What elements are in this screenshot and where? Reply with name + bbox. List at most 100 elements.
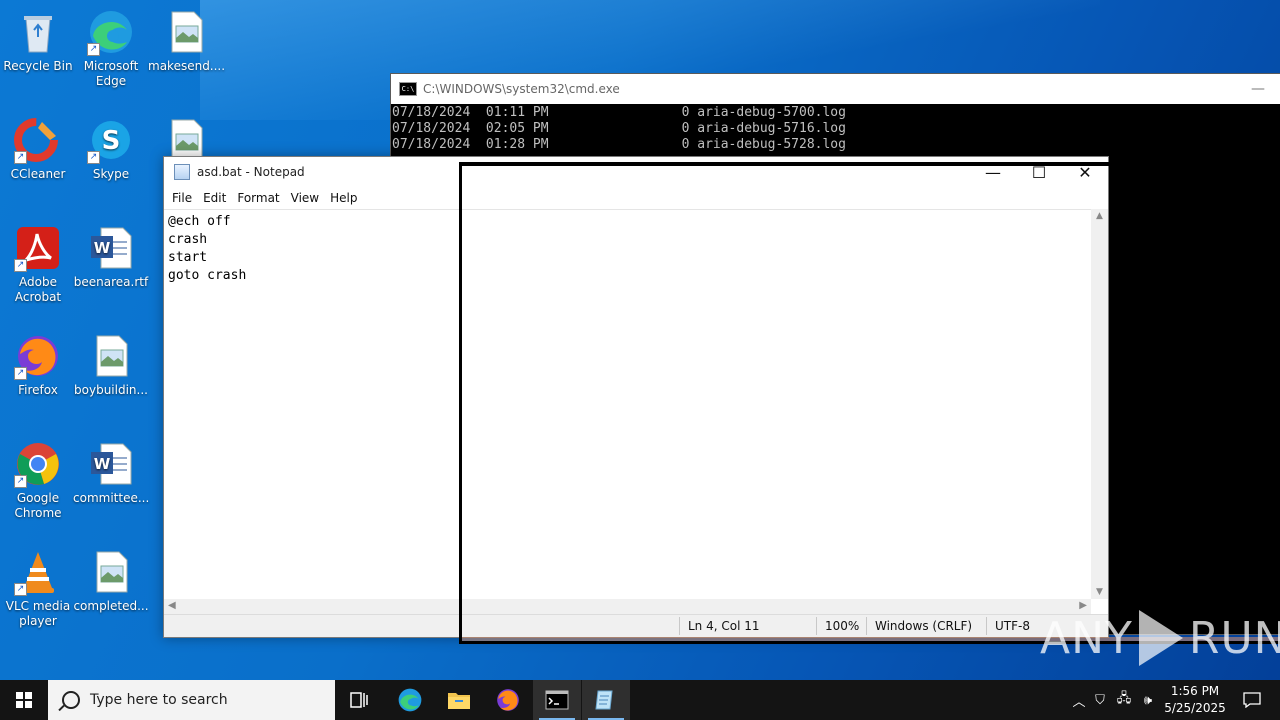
clock-date: 5/25/2025 [1164, 701, 1226, 715]
shortcut-arrow-icon: ↗ [14, 151, 27, 164]
cmd-line: 07/18/2024 01:28 PM 0 aria-debug-5728.lo… [392, 137, 846, 152]
notification-icon [1243, 692, 1261, 708]
desktop-icon-makesend[interactable]: makesend.... [148, 8, 226, 74]
cmd-title-bar[interactable]: C:\ C:\WINDOWS\system32\cmd.exe — [391, 74, 1280, 104]
shortcut-arrow-icon: ↗ [14, 583, 27, 596]
maximize-button[interactable]: ☐ [1016, 157, 1062, 187]
notification-center-button[interactable] [1232, 680, 1272, 720]
watermark-left-text: ANY [1040, 612, 1133, 664]
desktop-icon-microsoft-edge[interactable]: ↗ Microsoft Edge [73, 8, 149, 89]
desktop-icon-completed[interactable]: completed... [73, 548, 149, 614]
watermark-right-text: RUN [1188, 612, 1280, 664]
cmd-output[interactable]: 07/18/2024 01:11 PM 0 aria-debug-5700.lo… [391, 104, 1280, 153]
desktop-icon-label: boybuildin... [74, 383, 148, 397]
desktop-icon-recycle-bin[interactable]: Recycle Bin [0, 8, 76, 74]
cmd-icon [545, 690, 569, 710]
status-divider [986, 617, 987, 635]
desktop-icon-label: makesend.... [148, 59, 226, 73]
status-bar: Ln 4, Col 11 100% Windows (CRLF) UTF-8 [164, 614, 1108, 637]
ccleaner-icon: ↗ [14, 116, 62, 164]
edge-icon [398, 688, 422, 712]
desktop-icon-boybuildin[interactable]: boybuildin... [73, 332, 149, 398]
cmd-title: C:\WINDOWS\system32\cmd.exe [423, 82, 620, 96]
menu-format[interactable]: Format [233, 191, 286, 205]
desktop-icon-beenarea[interactable]: W beenarea.rtf [73, 224, 149, 290]
firefox-icon [497, 689, 519, 711]
desktop-icon-google-chrome[interactable]: ↗ Google Chrome [0, 440, 76, 521]
notepad-title-bar[interactable]: asd.bat - Notepad [164, 157, 1108, 187]
desktop-icon-adobe-acrobat[interactable]: ↗ Adobe Acrobat [0, 224, 76, 305]
menu-edit[interactable]: Edit [199, 191, 233, 205]
menu-help[interactable]: Help [326, 191, 364, 205]
security-icon[interactable]: ⛉ [1088, 693, 1112, 708]
desktop-icon-firefox[interactable]: ↗ Firefox [0, 332, 76, 398]
play-icon [1138, 610, 1183, 666]
menu-file[interactable]: File [168, 191, 199, 205]
desktop-icon-label: Adobe Acrobat [14, 275, 62, 304]
acrobat-icon: ↗ [14, 224, 62, 272]
taskbar: Type here to search ︿ ⛉ 🖧 🕪 1:56 PM 5/25… [0, 680, 1280, 720]
desktop-icon-label: Firefox [18, 383, 58, 397]
desktop-icon-label: completed... [73, 599, 149, 613]
desktop-icon-label: Skype [92, 167, 130, 181]
menu-view[interactable]: View [287, 191, 326, 205]
status-divider [816, 617, 817, 635]
status-encoding: UTF-8 [995, 619, 1030, 633]
cmd-window-visible-area [1107, 163, 1280, 583]
desktop-icon-ccleaner[interactable]: ↗ CCleaner [0, 116, 76, 182]
taskbar-file-explorer[interactable] [435, 680, 483, 720]
shortcut-arrow-icon: ↗ [87, 43, 100, 56]
notepad-icon [595, 690, 613, 710]
menu-bar: File Edit Format View Help [164, 187, 1108, 209]
clock-time: 1:56 PM [1170, 684, 1220, 698]
chrome-icon: ↗ [14, 440, 62, 488]
desktop-icon-skype[interactable]: S ↗ Skype [73, 116, 149, 182]
close-button[interactable]: ✕ [1062, 157, 1108, 187]
vlc-icon: ↗ [14, 548, 62, 596]
volume-icon[interactable]: 🕪 [1136, 693, 1160, 708]
horizontal-scrollbar[interactable]: ◀ ▶ [164, 599, 1091, 615]
desktop-icon-label: Google Chrome [14, 491, 62, 520]
skype-icon: S ↗ [87, 116, 135, 164]
text-editor[interactable]: @ech off crash start goto crash [164, 209, 1091, 599]
start-button[interactable] [0, 680, 48, 720]
clock[interactable]: 1:56 PM 5/25/2025 [1160, 683, 1230, 717]
scroll-down-icon[interactable]: ▼ [1091, 587, 1108, 597]
desktop-icon-label: CCleaner [10, 167, 66, 181]
svg-text:W: W [94, 239, 111, 257]
notepad-window[interactable]: asd.bat - Notepad — ☐ ✕ File Edit Format… [163, 156, 1109, 638]
status-divider [679, 617, 680, 635]
anyrun-watermark: ANY RUN [1040, 610, 1280, 666]
status-line-ending: Windows (CRLF) [875, 619, 973, 633]
desktop-icon-vlc[interactable]: ↗ VLC media player [0, 548, 76, 629]
system-tray: ︿ ⛉ 🖧 🕪 [1070, 680, 1160, 720]
desktop-icon-label: beenarea.rtf [73, 275, 149, 289]
taskbar-firefox[interactable] [484, 680, 532, 720]
search-placeholder: Type here to search [90, 692, 228, 708]
image-file-icon [87, 548, 135, 596]
cmd-icon: C:\ [399, 82, 417, 96]
desktop-icon-label: VLC media player [5, 599, 71, 628]
cmd-line: 07/18/2024 01:11 PM 0 aria-debug-5700.lo… [392, 105, 846, 120]
image-file-icon [162, 8, 210, 56]
scroll-left-icon[interactable]: ◀ [168, 600, 176, 611]
word-document-icon: W [87, 440, 135, 488]
edge-icon: ↗ [87, 8, 135, 56]
taskbar-cmd[interactable] [533, 680, 581, 720]
search-box[interactable]: Type here to search [48, 680, 335, 720]
vertical-scrollbar[interactable]: ▲ ▼ [1091, 209, 1108, 599]
taskbar-edge[interactable] [386, 680, 434, 720]
word-document-icon: W [87, 224, 135, 272]
minimize-button[interactable]: — [970, 157, 1016, 187]
show-hidden-icons-chevron-icon[interactable]: ︿ [1070, 691, 1088, 710]
folder-icon [448, 693, 470, 709]
svg-text:W: W [94, 455, 111, 473]
desktop-icon-committee[interactable]: W committee... [73, 440, 149, 506]
minimize-button[interactable]: — [1235, 81, 1280, 97]
task-view-button[interactable] [336, 680, 384, 720]
scroll-up-icon[interactable]: ▲ [1091, 211, 1108, 221]
network-icon[interactable]: 🖧 [1112, 689, 1136, 711]
svg-text:S: S [102, 126, 121, 156]
taskbar-notepad[interactable] [582, 680, 630, 720]
cmd-line: 07/18/2024 02:05 PM 0 aria-debug-5716.lo… [392, 121, 846, 136]
